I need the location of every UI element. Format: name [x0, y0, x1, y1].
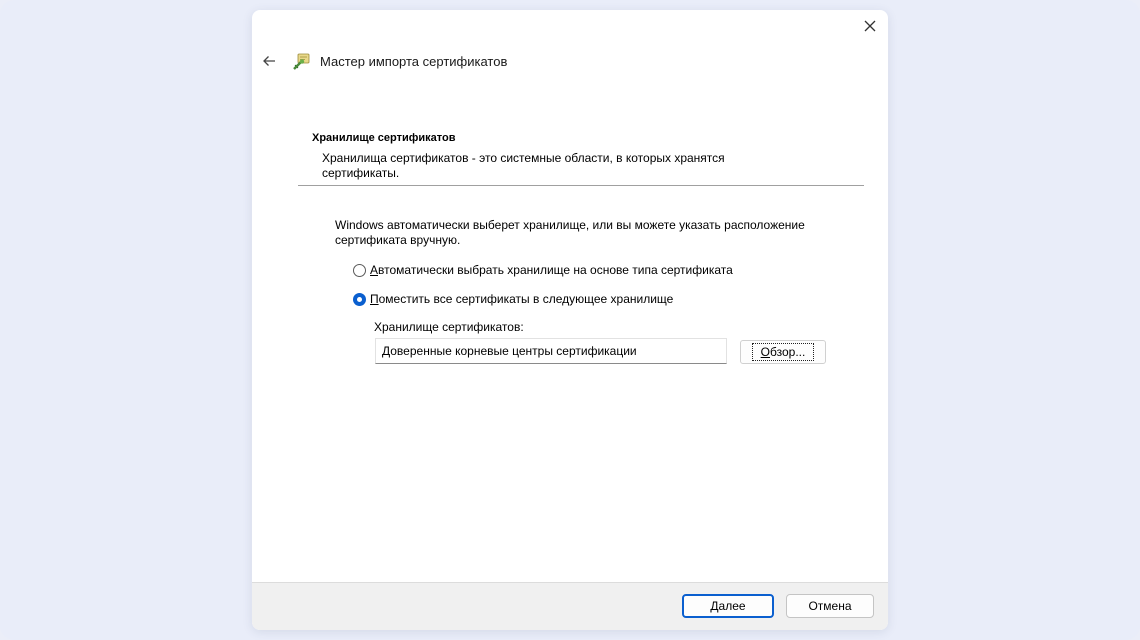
close-button[interactable] [858, 14, 882, 38]
certificate-import-wizard-dialog: Мастер импорта сертификатов Хранилище се… [252, 10, 888, 630]
store-label: Хранилище сертификатов: [374, 320, 524, 334]
back-button[interactable] [258, 50, 280, 72]
browse-button-label: Обзор... [751, 343, 815, 361]
certificate-store-field[interactable]: Доверенные корневые центры сертификации [375, 338, 727, 364]
intro-text: Windows автоматически выберет хранилище,… [335, 218, 805, 247]
next-button[interactable]: Далее [682, 594, 774, 618]
section-heading: Хранилище сертификатов [312, 132, 456, 144]
radio-place-in-store[interactable]: Поместить все сертификаты в следующее хр… [353, 291, 673, 307]
arrow-left-icon [263, 56, 275, 66]
wizard-title: Мастер импорта сертификатов [320, 54, 508, 69]
certificate-wizard-icon [293, 53, 310, 70]
close-icon [864, 20, 876, 32]
browse-button[interactable]: Обзор... [740, 340, 826, 364]
next-button-label: Далее [710, 599, 746, 613]
header-divider [298, 185, 864, 186]
section-description: Хранилища сертификатов - это системные о… [322, 151, 725, 180]
cancel-button[interactable]: Отмена [786, 594, 874, 618]
radio-auto-select-store[interactable]: Автоматически выбрать хранилище на основ… [353, 262, 733, 278]
radio-manual-label: Поместить все сертификаты в следующее хр… [370, 292, 674, 306]
radio-manual-indicator[interactable] [353, 292, 366, 306]
radio-auto-indicator[interactable] [353, 263, 366, 277]
radio-auto-label: Автоматически выбрать хранилище на основ… [370, 263, 733, 277]
